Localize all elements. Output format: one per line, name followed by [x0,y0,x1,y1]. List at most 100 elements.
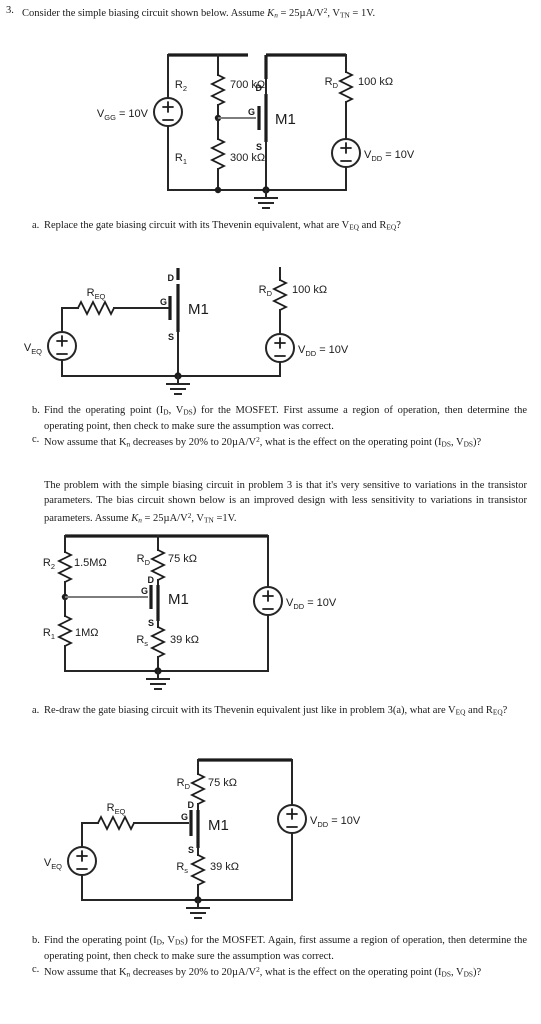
stem-text-1: Consider the simple biasing circuit show… [22,8,268,20]
label-r2: R2 [175,79,187,93]
ground-symbol [254,189,278,209]
question-4a: a. Re-draw the gate biasing circuit with… [22,704,527,720]
voltage-source-veq [67,846,97,876]
label-rd-value: 75 kΩ [168,553,197,565]
q3c-text-2: decreases by 20% to 20µA/V [130,437,257,449]
label-pin-s: S [148,618,154,628]
q3a-text-1: Replace the gate biasing circuit with it… [44,220,350,231]
label-r1-value: 1MΩ [75,627,99,639]
resistor-r1 [56,615,74,647]
ground-symbol [186,899,210,919]
q4c-text-1: Now assume that K [44,967,127,979]
resistor-rd [271,279,289,311]
label-m1: M1 [208,817,229,834]
stem-vtn-value: 1V. [360,8,376,20]
paragraph-kn-value: 25µA/V [153,513,188,525]
label-rd: RD [259,284,273,298]
label-m1: M1 [168,591,189,608]
paragraph-vtn: V [196,513,205,525]
question-3b-letter: b. [32,405,40,416]
label-req: REQ [87,287,106,301]
q3a-text-2: and R [358,220,387,231]
label-vdd: VDD = 10V [286,597,337,611]
q4b-text-2: , V [161,935,175,946]
label-r2-value: 1.5MΩ [74,557,107,569]
label-pin-g: G [248,107,255,117]
q3c-text-4: , V [450,437,464,449]
label-rd-value: 75 kΩ [208,777,237,789]
question-3a-letter: a. [32,220,40,231]
improved-design-paragraph: The problem with the simple biasing circ… [44,478,527,528]
question-3b: b. Find the operating point (ID, VDS) fo… [22,404,527,435]
circuit-diagram-simple-bias: R2 700 kΩ R1 300 kΩ RD 100 kΩ VGG = 10V … [0,22,541,212]
q4a-sub-1: EQ [455,707,466,717]
circuit-diagram-improved-bias: R2 1.5MΩ R1 1MΩ RD 75 kΩ Rs 39 kΩ VDD = … [0,528,541,693]
label-pin-s: S [188,845,194,855]
paragraph-vtn-value: 1V. [222,513,237,525]
label-pin-g: G [160,297,167,307]
label-vdd: VDD = 10V [298,344,349,358]
label-rd: RD [177,777,191,791]
label-rs: Rs [136,634,148,648]
stem-kn-value: 25µA/V [289,8,324,20]
stem-vtn: V [332,8,340,20]
label-veq: VEQ [24,342,42,356]
q4b-text-1: Find the operating point (I [44,935,157,946]
label-vgg: VGG = 10V [97,108,149,122]
circuit-diagram-improved-thevenin: RD 75 kΩ Rs 39 kΩ REQ VEQ VDD = 10V M1 D… [0,748,541,923]
label-rd: RD [325,76,339,90]
label-veq: VEQ [44,857,62,871]
voltage-source-veq [47,331,77,361]
question-3a: a. Replace the gate biasing circuit with… [22,219,527,235]
mosfet-m1 [189,810,200,848]
label-pin-d: D [188,800,195,810]
resistor-rs [189,854,207,886]
label-rs: Rs [176,861,188,875]
resistor-r2 [209,74,227,106]
ground-symbol [146,670,170,690]
voltage-source-vdd [277,804,307,834]
label-rs-value: 39 kΩ [210,861,239,873]
question-3c: c. Now assume that Kn decreases by 20% t… [22,433,527,452]
label-pin-g: G [141,586,148,596]
question-4a-text: Re-draw the gate biasing circuit with it… [44,704,527,720]
q3c-sub-2: DS [441,439,451,449]
circuit-diagram-thevenin-equivalent: REQ VEQ RD 100 kΩ VDD = 10V M1 D G S [0,258,541,398]
question-4c-letter: c. [32,964,40,975]
resistor-r2 [56,551,74,583]
label-r1-value: 300 kΩ [230,152,265,164]
resistor-req [97,814,135,832]
question-4a-letter: a. [32,705,40,716]
q4c-text-3: , what is the effect on the operating po… [259,967,442,979]
q3c-text-5: )? [472,437,482,449]
q3a-sub-2: EQ [386,222,397,232]
mosfet-m1 [149,585,160,621]
voltage-source-vdd [253,586,283,616]
voltage-source-vdd [331,138,361,168]
question-3c-letter: c. [32,434,40,445]
q3b-text-2: , V [168,405,184,416]
voltage-source-vgg [153,97,183,127]
document-page: 3. Consider the simple biasing circuit s… [0,0,541,1024]
problem-3-number: 3. [6,5,14,16]
question-3c-text: Now assume that Kn decreases by 20% to 2… [44,433,527,452]
problem-3-stem-text: Consider the simple biasing circuit show… [22,4,532,23]
q3b-text-1: Find the operating point (I [44,405,164,416]
paragraph-text-1: The problem with the simple biasing circ… [44,480,527,525]
label-r1: R1 [175,152,187,166]
q4c-text-5: )? [472,967,482,979]
paragraph-equals-1: = [141,513,154,525]
label-rd-value: 100 kΩ [358,76,393,88]
label-pin-g: G [181,812,188,822]
question-3b-text: Find the operating point (ID, VDS) for t… [44,404,527,435]
stem-vtn-sub: TN [340,10,350,20]
question-4c-text: Now assume that Kn decreases by 20% to 2… [44,963,527,982]
voltage-source-vdd [265,333,295,363]
paragraph-vtn-sub: TN [204,515,214,525]
question-4b: b. Find the operating point (ID, VDS) fo… [22,934,527,965]
q4c-sub-2: DS [441,969,451,979]
q3c-text-1: Now assume that K [44,437,127,449]
ground-symbol [166,375,190,395]
question-3a-text: Replace the gate biasing circuit with it… [44,219,527,235]
label-pin-s: S [168,332,174,342]
